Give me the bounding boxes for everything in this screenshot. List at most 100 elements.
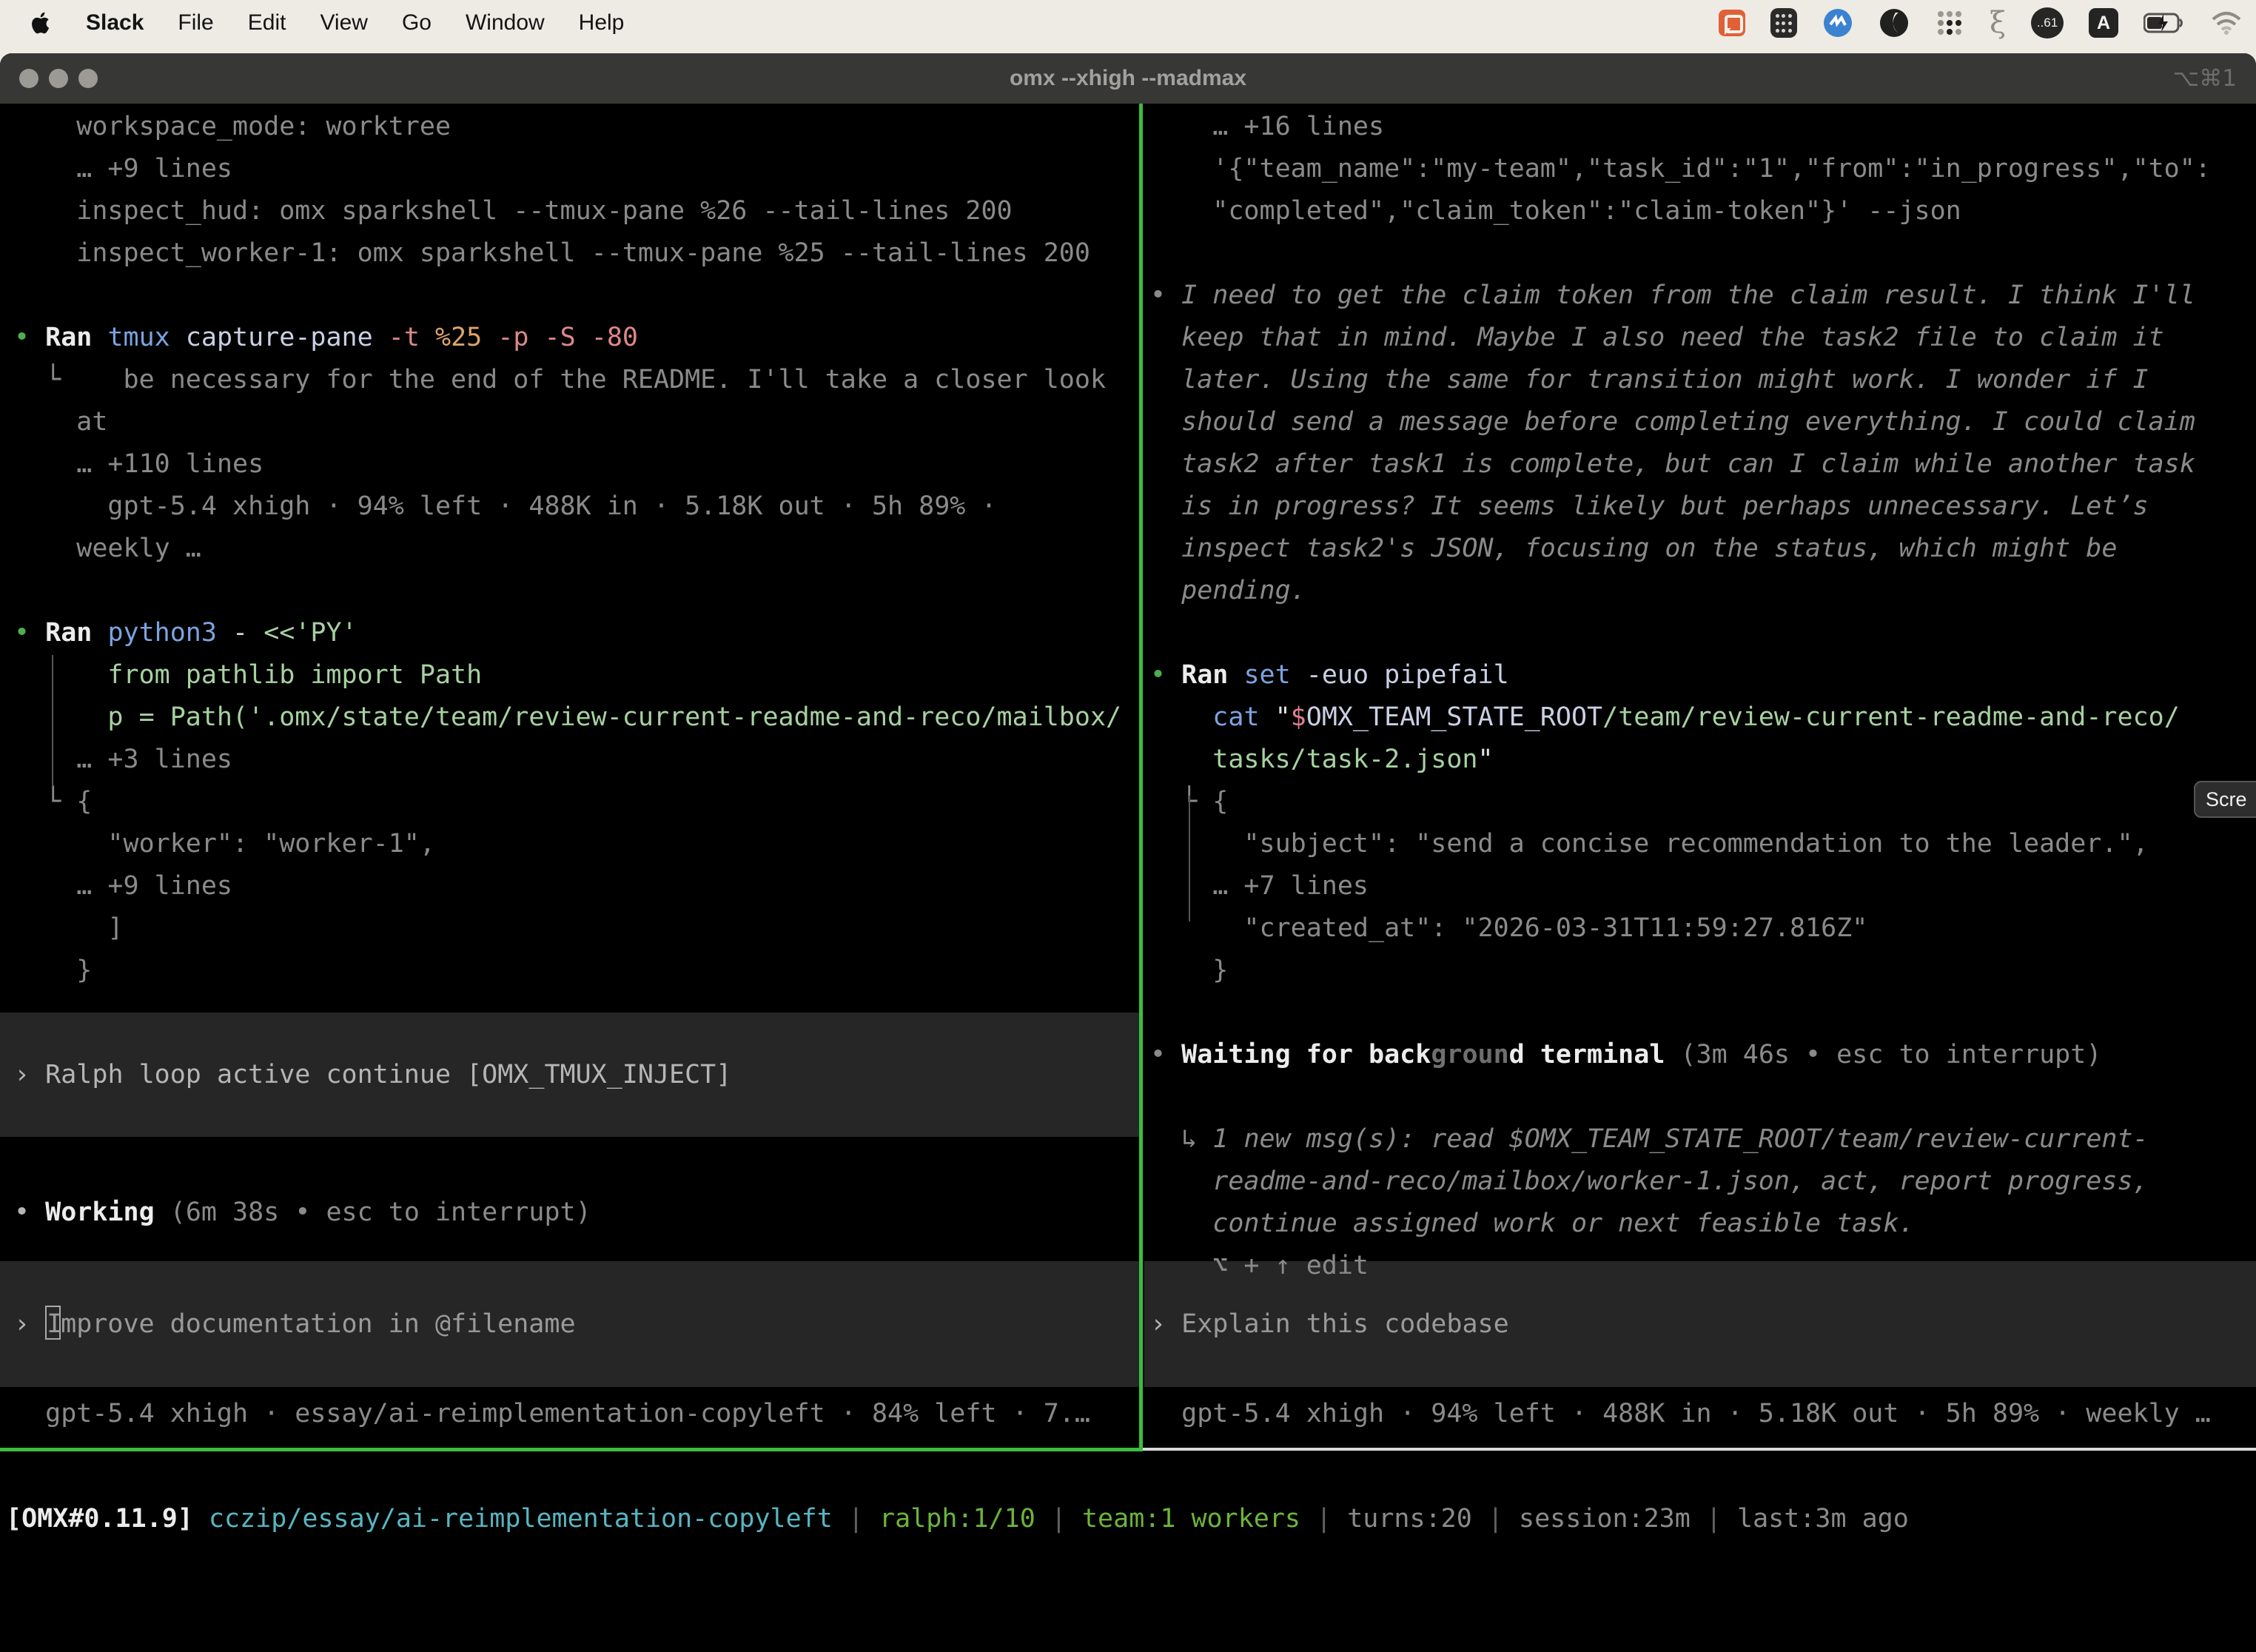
menu-item-window[interactable]: Window	[466, 10, 545, 36]
text-segment: •	[14, 1198, 30, 1227]
text-segment: •	[1150, 660, 1166, 690]
terminal-line: gpt-5.4 xhigh · essay/ai-reimplementatio…	[14, 1393, 1090, 1435]
screen-tooltip: Scre	[2194, 781, 2256, 818]
text-segment: -	[232, 618, 248, 648]
text-segment	[420, 323, 435, 352]
terminal-line: }	[1150, 950, 1228, 992]
terminal-line: … +9 lines	[14, 865, 232, 907]
text-segment	[1166, 660, 1181, 690]
menu-item-go[interactable]: Go	[402, 10, 432, 36]
text-segment: Ran	[1181, 660, 1228, 690]
text-segment: (3m 46s • esc to interrupt)	[1665, 1040, 2101, 1070]
text-segment	[576, 323, 591, 352]
text-segment: groun	[1431, 1040, 1508, 1070]
terminal-line: • Waiting for background terminal (3m 46…	[1150, 1034, 2101, 1076]
zoom-button[interactable]	[78, 69, 98, 88]
text-segment: 1 new msg(s): read $OMX_TEAM_STATE_ROOT/…	[1212, 1124, 2148, 1154]
text-segment: -t	[389, 323, 420, 352]
menu-items: Slack File Edit View Go Window Help	[86, 10, 624, 36]
terminal-line: pending.	[1150, 570, 1306, 612]
left-pane[interactable]: › Ralph loop active continue [OMX_TMUX_I…	[0, 104, 1139, 1449]
menu-item-file[interactable]: File	[178, 10, 213, 36]
traffic-lights	[19, 53, 98, 104]
text-segment	[30, 1198, 45, 1227]
text-segment: workspace_mode: worktree	[14, 112, 451, 141]
text-segment: inspect_worker-1: omx sparkshell --tmux-…	[14, 238, 1090, 268]
text-segment: ›	[14, 1309, 45, 1339]
text-segment	[217, 618, 232, 648]
text-segment: •	[14, 618, 30, 648]
text-segment: Ralph loop active continue [OMX_TMUX_INJ…	[45, 1060, 731, 1089]
text-segment	[30, 618, 45, 648]
menu-item-view[interactable]: View	[320, 10, 367, 36]
text-segment: Waiting for back	[1181, 1040, 1431, 1070]
terminal-line: later. Using the same for transition mig…	[1150, 359, 2149, 401]
text-segment	[155, 1198, 170, 1227]
text-segment	[30, 323, 45, 352]
text-segment: •	[1150, 281, 1181, 310]
text-segment: cat	[1212, 702, 1259, 732]
terminal-line: readme-and-reco/mailbox/worker-1.json, a…	[1150, 1161, 2149, 1203]
menu-item-help[interactable]: Help	[579, 10, 625, 36]
minimize-button[interactable]	[49, 69, 68, 88]
count-badge-icon[interactable]: ..61	[2031, 7, 2064, 38]
terminal-line: p = Path('.omx/state/team/review-current…	[14, 696, 1121, 739]
slack-chat-icon[interactable]	[1719, 10, 1745, 36]
terminal-line: "created_at": "2026-03-31T11:59:27.816Z"	[1150, 907, 1867, 950]
terminal-line: }	[14, 950, 92, 992]
blue-badge-icon[interactable]	[1822, 7, 1853, 38]
text-segment: Working	[45, 1198, 155, 1227]
output-connector-line	[52, 655, 53, 787]
prompt-box[interactable]: › Improve documentation in @filename	[0, 1261, 1139, 1387]
terminal-line: cat "$OMX_TEAM_STATE_ROOT/team/review-cu…	[1150, 696, 2180, 739]
terminal-line: weekly …	[14, 528, 201, 570]
menu-item-edit[interactable]: Edit	[248, 10, 286, 36]
terminal-line: • Ran set -euo pipefail	[1150, 654, 1509, 696]
wifi-icon[interactable]	[2210, 11, 2243, 35]
terminal-line: … +16 lines	[1150, 106, 1384, 148]
window-titlebar[interactable]: omx --xhigh --madmax ⌥⌘1	[0, 53, 2256, 104]
menu-item-slack[interactable]: Slack	[86, 10, 144, 36]
text-segment: gpt-5.4 xhigh · essay/ai-reimplementatio…	[14, 1399, 1090, 1428]
text-segment: tmux	[107, 323, 169, 352]
text-segment: "subject": "send a concise recommendatio…	[1150, 829, 2149, 859]
terminal-line: • Ran python3 - <<'PY'	[14, 612, 357, 654]
text-segment	[373, 323, 389, 352]
text-segment: team:1 workers	[1082, 1504, 1300, 1534]
input-source-icon[interactable]: A	[2089, 8, 2118, 38]
terminal-line: • I need to get the claim token from the…	[1150, 275, 2195, 317]
terminal-line: should send a message before completing …	[1150, 401, 2195, 443]
text-segment: keep that in mind. Maybe I also need the…	[1150, 323, 2164, 352]
right-pane[interactable]: › Explain this codebase … +16 lines '{"t…	[1144, 104, 2256, 1449]
text-segment: capture-pane	[186, 323, 373, 352]
apple-logo-icon[interactable]	[30, 10, 55, 36]
text-segment: ›	[14, 1060, 45, 1089]
text-segment: at	[14, 407, 107, 437]
terminal-line: ]	[14, 907, 124, 950]
keypad-shield-icon[interactable]	[1770, 8, 1797, 38]
text-cursor: I	[45, 1306, 61, 1340]
pane-divider[interactable]	[1139, 104, 1143, 1449]
text-segment	[482, 323, 497, 352]
text-segment: OMX_TEAM_STATE_ROOT	[1306, 702, 1602, 732]
text-segment: -S	[545, 323, 576, 352]
left-pane-bottom-border	[0, 1448, 1143, 1451]
right-pane-bottom-border	[1143, 1448, 2256, 1451]
squiggle-icon[interactable]: ξ	[1990, 6, 2006, 40]
text-segment: [OMX#0.11.9]	[6, 1504, 193, 1534]
text-segment: }	[1150, 956, 1228, 985]
terminal-line: workspace_mode: worktree	[14, 106, 451, 148]
text-segment: python3	[107, 618, 217, 648]
terminal-line: inspect_worker-1: omx sparkshell --tmux-…	[14, 232, 1090, 275]
terminal-line: tasks/task-2.json"	[1150, 739, 1494, 781]
crescent-icon[interactable]	[1879, 7, 1910, 38]
text-segment	[248, 618, 263, 648]
battery-icon[interactable]	[2143, 12, 2185, 34]
text-segment: -euo pipefail	[1306, 660, 1509, 690]
terminal-line: at	[14, 401, 107, 443]
terminal-line: … +7 lines	[1150, 865, 1369, 907]
prompt-box[interactable]: › Ralph loop active continue [OMX_TMUX_I…	[0, 1013, 1139, 1137]
close-button[interactable]	[19, 69, 38, 88]
dots-grid-icon[interactable]	[1935, 8, 1964, 38]
text-segment	[1150, 702, 1212, 732]
